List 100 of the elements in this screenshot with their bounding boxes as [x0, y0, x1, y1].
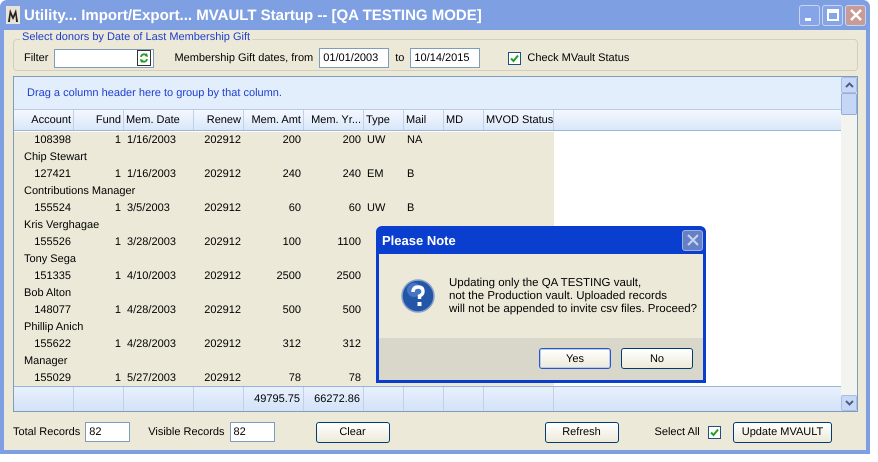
filter-label: Filter [24, 52, 48, 64]
minimize-icon [804, 18, 810, 20]
close-button[interactable] [682, 230, 703, 250]
preview-text: Contributions Manager [24, 185, 136, 197]
table-cell: 78 [348, 372, 361, 384]
date-from-field[interactable]: 01/01/2003 [319, 48, 390, 68]
scroll-up-button[interactable] [841, 77, 857, 93]
dialog-button[interactable]: No [621, 348, 693, 369]
table-cell: 202912 [204, 304, 241, 316]
table-cell: 4/10/2003 [127, 270, 176, 282]
table-cell: 100 [282, 236, 301, 248]
table-cell: 202912 [204, 168, 241, 180]
update-button[interactable]: Update MVAULT [732, 422, 832, 442]
refresh-icon [137, 50, 152, 66]
table-cell: 2500 [276, 270, 301, 282]
table-cell: 4/28/2003 [127, 304, 176, 316]
table-cell: 60 [288, 202, 301, 214]
table-cell: 500 [342, 304, 361, 316]
table-cell: 155622 [34, 338, 71, 350]
dialog-title: Please Note [382, 232, 456, 248]
column-header[interactable]: Account [14, 110, 74, 130]
clear-button[interactable]: Clear [316, 422, 390, 442]
table-cell: 1/16/2003 [127, 134, 176, 146]
maximize-button[interactable] [822, 4, 843, 26]
table-row[interactable]: 108398 1 1/16/2003 202912 200 200 UW NA [14, 132, 554, 149]
table-cell: 155526 [34, 236, 71, 248]
refresh-button[interactable]: Refresh [544, 422, 618, 442]
caret-down-icon [844, 400, 854, 406]
column-header[interactable]: Mem. Amt [244, 110, 304, 130]
column-header[interactable]: Renew [194, 110, 244, 130]
table-cell: 108398 [34, 134, 71, 146]
window-title: Utility... Import/Export... MVAULT Startup -- [QA TESTING MODE] [24, 6, 483, 24]
column-header[interactable]: Type [364, 110, 404, 130]
scrollbar[interactable] [841, 77, 857, 411]
question-icon [401, 279, 435, 313]
table-cell: 1 [114, 202, 121, 214]
table-cell: 240 [282, 168, 301, 180]
table-cell: 155524 [34, 202, 71, 214]
table-cell: B [407, 168, 414, 180]
table-cell: 60 [348, 202, 361, 214]
checkbox-label: Check MVault Status [527, 52, 630, 64]
preview-text: Manager [24, 355, 68, 367]
column-header[interactable]: Mail [404, 110, 444, 130]
checkbox[interactable] [708, 426, 721, 438]
table-cell: 202912 [204, 202, 241, 214]
checkbox[interactable] [508, 52, 522, 64]
total-records-field[interactable]: 82 [85, 422, 130, 442]
close-icon [850, 9, 862, 21]
date-to-field[interactable]: 10/14/2015 [410, 48, 480, 68]
column-header[interactable]: Mem. Date [124, 110, 194, 130]
table-cell: 1100 [337, 236, 361, 248]
table-row[interactable]: 127421 1 1/16/2003 202912 240 240 EM B [14, 166, 554, 183]
table-cell: 200 [282, 134, 301, 146]
table-cell: 2500 [336, 270, 361, 282]
column-header[interactable]: Mem. Yr... [304, 110, 364, 130]
scroll-thumb[interactable] [841, 93, 857, 115]
table-cell: 1 [114, 270, 121, 282]
table-cell: 1 [114, 168, 121, 180]
table-cell: 127421 [34, 168, 71, 180]
table-cell: NA [407, 134, 422, 146]
scroll-down-button[interactable] [841, 395, 857, 411]
table-cell: 312 [342, 338, 361, 350]
preview-text: Chip Stewart [24, 151, 87, 163]
dates-label: Membership Gift dates, from [174, 52, 314, 64]
table-cell: 1 [114, 304, 121, 316]
preview-text: Tony Sega [24, 253, 76, 265]
close-icon [686, 234, 698, 246]
caret-up-icon [844, 82, 854, 88]
table-cell: 200 [342, 134, 361, 146]
table-row[interactable]: 155524 1 3/5/2003 202912 60 60 UW B [14, 200, 554, 217]
dialog-button[interactable]: Yes [539, 348, 611, 369]
table-cell: 1 [114, 236, 121, 248]
visible-records-label: Visible Records [148, 426, 224, 438]
close-button[interactable] [845, 4, 866, 26]
table-cell: 151335 [34, 270, 71, 282]
table-cell: 5/27/2003 [127, 372, 176, 384]
group-title: Select donors by Date of Last Membership Gift [20, 31, 252, 43]
maximize-icon [826, 9, 838, 21]
table-cell: 202912 [204, 270, 241, 282]
table-cell: UW [367, 134, 386, 146]
column-header[interactable]: MVOD Status [484, 110, 554, 130]
preview-text: Bob Alton [24, 287, 72, 299]
column-header[interactable]: Fund [74, 110, 124, 130]
preview-text: Kris Verghagae [24, 219, 100, 231]
preview-text: Phillip Anich [24, 321, 84, 333]
table-cell: 1 [114, 338, 121, 350]
total-records-label: Total Records [13, 426, 80, 438]
filter-field[interactable] [54, 48, 154, 68]
table-cell: 202912 [204, 372, 241, 384]
table-cell: 4/28/2003 [127, 338, 176, 350]
minimize-button[interactable] [799, 4, 820, 26]
table-cell: 202912 [204, 134, 241, 146]
total-cell: 49795.75 [254, 393, 300, 405]
group-by-hint: Drag a column header here to group by that column. [27, 87, 282, 99]
visible-records-field[interactable]: 82 [230, 422, 274, 442]
column-header[interactable]: MD [444, 110, 484, 130]
table-cell: 3/5/2003 [127, 202, 170, 214]
table-cell: EM [367, 168, 384, 180]
table-cell: 202912 [204, 338, 241, 350]
table-cell: 78 [288, 372, 301, 384]
